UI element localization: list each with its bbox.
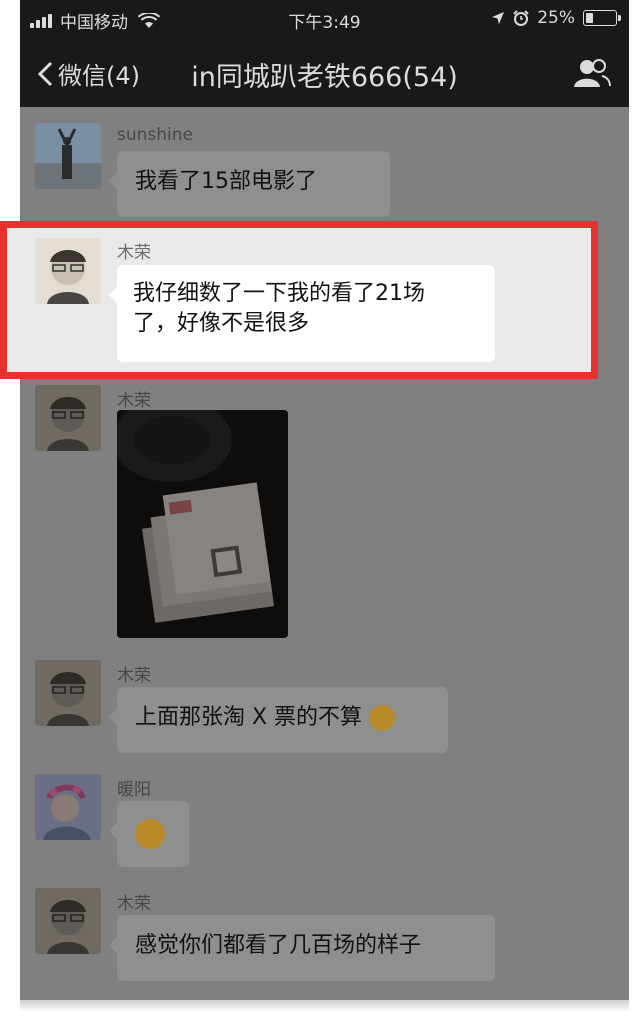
sender-name: 木荣 — [117, 243, 151, 263]
avatar[interactable] — [35, 385, 101, 451]
location-arrow-icon — [492, 12, 505, 24]
message-text: 感觉你们都看了几百场的样子 — [135, 933, 422, 958]
message-bubble[interactable]: 感觉你们都看了几百场的样子 — [109, 915, 495, 981]
avatar[interactable] — [35, 123, 101, 189]
message-text: 我看了15部电影了 — [135, 169, 317, 194]
thinking-face-emoji-icon — [369, 705, 396, 731]
avatar[interactable] — [35, 238, 101, 304]
avatar[interactable] — [35, 888, 101, 954]
crying-laughing-emoji-icon — [135, 819, 165, 849]
message-bubble[interactable]: 我仔细数了一下我的看了21场 了，好像不是很多 — [109, 265, 495, 362]
message-text: 上面那张淘 X 票的不算 — [135, 705, 363, 730]
status-bar: 中国移动 下午3:49 25% — [20, 0, 629, 40]
sender-name: 木荣 — [117, 894, 151, 914]
sender-name: 木荣 — [117, 666, 151, 686]
image-message[interactable] — [117, 410, 288, 638]
sender-name: sunshine — [117, 125, 193, 145]
battery-icon — [583, 10, 621, 26]
group-members-icon[interactable] — [573, 58, 611, 88]
avatar[interactable] — [35, 774, 101, 840]
avatar[interactable] — [35, 660, 101, 726]
avatar-image — [35, 238, 101, 304]
chat-screen: 中国移动 下午3:49 25% 微信(4) in同城趴老铁666(54) sun… — [20, 0, 629, 1000]
sender-name: 木荣 — [117, 391, 151, 411]
highlighted-message: 木荣 我仔细数了一下我的看了21场 了，好像不是很多 — [0, 221, 598, 379]
message-bubble[interactable]: 上面那张淘 X 票的不算 — [109, 687, 448, 753]
avatar-image — [35, 888, 101, 954]
avatar-image — [35, 660, 101, 726]
screenshot-shadow — [20, 1000, 629, 1012]
chat-title: in同城趴老铁666(54) — [191, 62, 458, 93]
photo-content — [117, 410, 288, 638]
battery-percent: 25% — [537, 8, 575, 28]
message-bubble[interactable]: 我看了15部电影了 — [109, 151, 390, 217]
avatar-image — [35, 774, 101, 840]
nav-bar: 微信(4) in同城趴老铁666(54) — [20, 40, 629, 107]
message-bubble[interactable] — [109, 801, 189, 867]
message-text-line: 了，好像不是很多 — [133, 311, 310, 336]
message-text-line: 我仔细数了一下我的看了21场 — [133, 281, 425, 306]
sender-name: 暖阳 — [117, 780, 151, 800]
alarm-icon — [513, 10, 529, 26]
avatar-image — [35, 123, 101, 189]
avatar-image — [35, 385, 101, 451]
battery-level — [586, 13, 593, 23]
